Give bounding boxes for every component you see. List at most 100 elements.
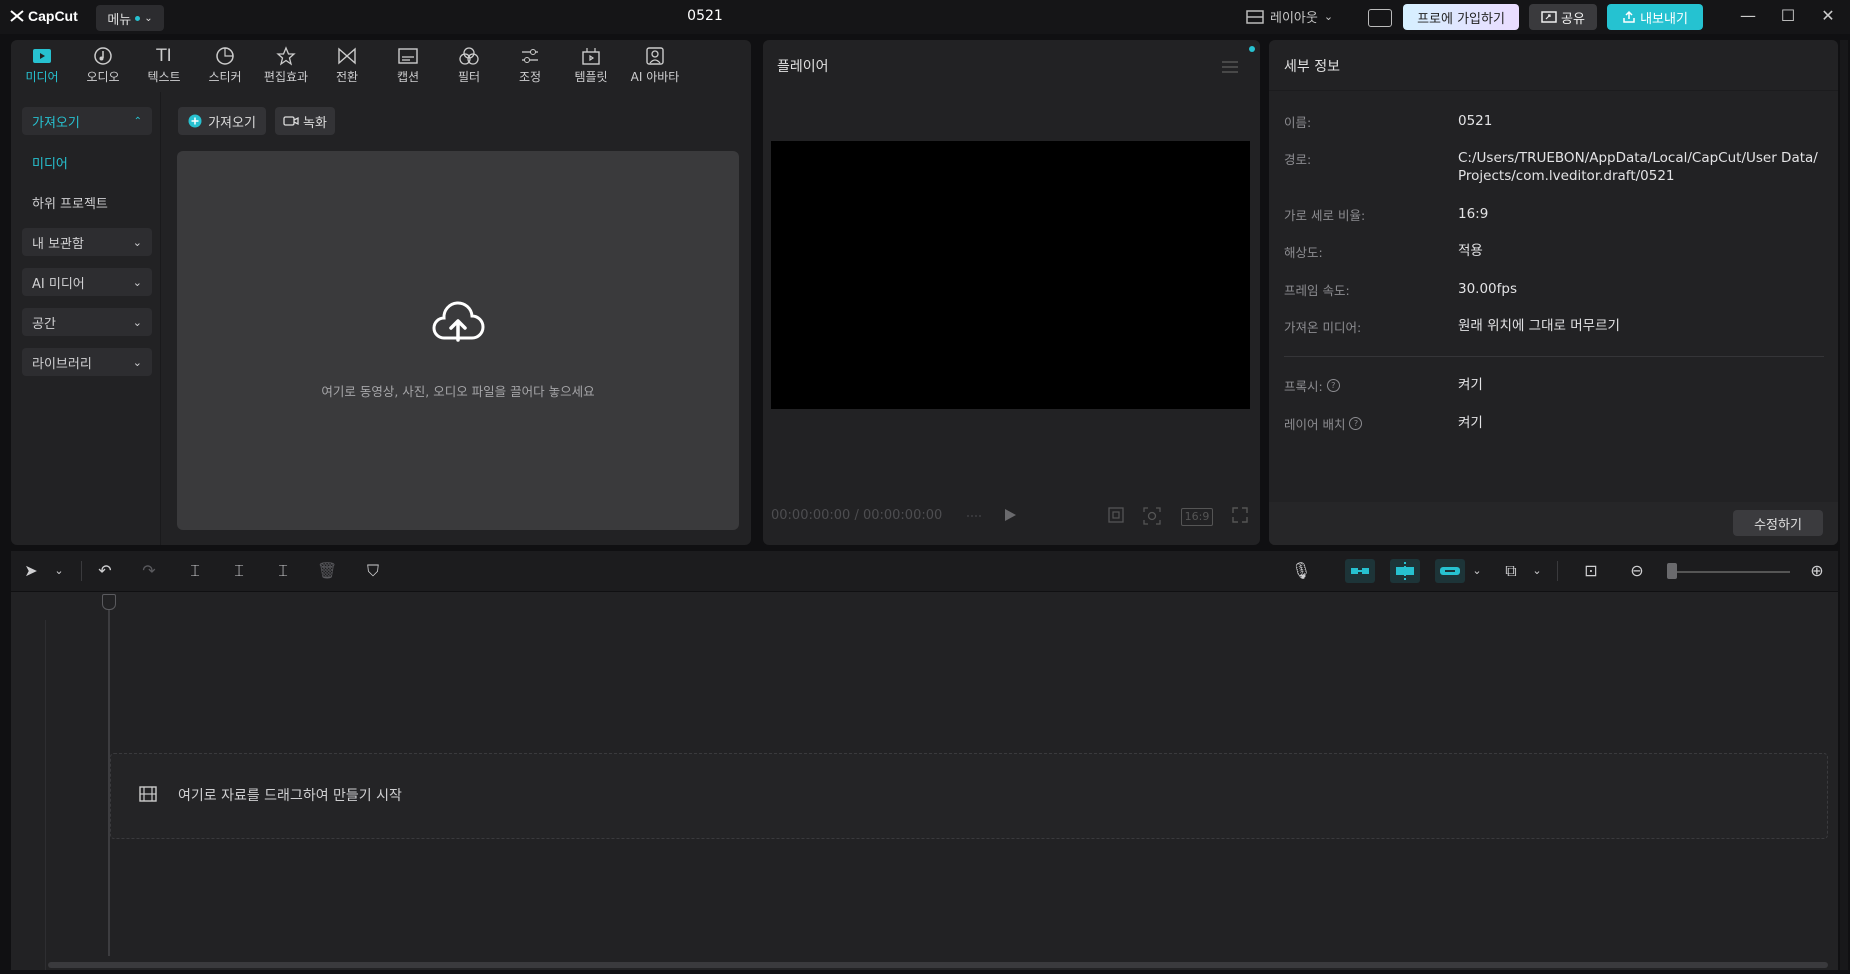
path-label: 경로: — [1284, 152, 1312, 167]
maximize-icon[interactable]: ☐ — [1773, 6, 1803, 28]
tab-template[interactable]: 템플릿 — [562, 44, 620, 88]
sidebar-item-my-storage[interactable]: 내 보관함 ⌄ — [22, 228, 152, 256]
horizontal-scrollbar[interactable] — [48, 962, 1828, 968]
snap-icon — [1396, 562, 1414, 580]
chevron-down-icon[interactable]: ⌄ — [1467, 561, 1487, 581]
preview-axis-icon[interactable]: ⧉ — [1501, 561, 1521, 581]
sidebar-item-space[interactable]: 공간 ⌄ — [22, 308, 152, 336]
media-icon — [13, 44, 71, 68]
magnet-link-button[interactable] — [1345, 559, 1375, 583]
import-button[interactable]: 가져오기 — [178, 107, 266, 135]
timeline-toolbar: ➤ ⌄ ↶ ↷ ⌶ ⌶ ⌶ 🗑 ⛉ 🎙 ⌄ ⧉ ⌄ ⊡ ⊖ ⊕ — [11, 551, 1838, 591]
snap-button[interactable] — [1390, 559, 1420, 583]
sidebar-divider — [160, 92, 161, 545]
chevron-up-icon: ⌃ — [133, 115, 142, 127]
share-button[interactable]: 공유 — [1529, 4, 1597, 30]
split-left-icon[interactable]: ⌶ — [229, 561, 249, 581]
playhead-handle[interactable] — [102, 594, 116, 610]
chevron-down-icon[interactable]: ⌄ — [1527, 561, 1547, 581]
help-icon[interactable]: ? — [1326, 379, 1340, 392]
path-value-line2: Projects/com.lveditor.draft/0521 — [1458, 168, 1675, 184]
resolution-label: 해상도: — [1284, 245, 1323, 260]
zoom-in-icon[interactable]: ⊕ — [1807, 561, 1827, 581]
details-panel — [1269, 40, 1838, 545]
tab-caption[interactable]: 캡션 — [379, 44, 437, 88]
sidebar-item-ai-media[interactable]: AI 미디어 ⌄ — [22, 268, 152, 296]
fps-label: 프레임 속도: — [1284, 283, 1350, 298]
aspect-ratio-value: 16:9 — [1458, 206, 1489, 222]
fit-frame-icon[interactable] — [1107, 506, 1127, 526]
fullscreen-icon[interactable] — [1231, 506, 1251, 526]
layer-value: 켜기 — [1458, 415, 1483, 431]
layout-button[interactable]: 레이아웃 ⌄ — [1246, 7, 1333, 26]
delete-icon[interactable]: 🗑 — [317, 561, 337, 581]
template-icon — [562, 44, 620, 68]
zoom-scan-icon[interactable] — [1142, 506, 1162, 526]
ai-avatar-icon — [623, 44, 687, 68]
name-label: 이름: — [1284, 115, 1312, 130]
tab-effects[interactable]: 편집효과 — [257, 44, 315, 88]
keyboard-shortcuts-icon[interactable] — [1368, 9, 1392, 27]
close-icon[interactable]: ✕ — [1813, 6, 1843, 28]
sidebar-item-library[interactable]: 라이브러리 ⌄ — [22, 348, 152, 376]
imported-media-label: 가져온 미디어: — [1284, 320, 1362, 335]
path-value-line1: C:/Users/TRUEBON/AppData/Local/CapCut/Us… — [1458, 150, 1818, 166]
aspect-ratio-label: 가로 세로 비율: — [1284, 208, 1366, 223]
plus-circle-icon — [188, 114, 202, 128]
video-preview — [771, 141, 1250, 409]
sidebar-item-import[interactable]: 가져오기 ⌃ — [22, 107, 152, 135]
track-header-divider — [45, 620, 46, 970]
layer-label: 레이어 배치 — [1284, 417, 1346, 432]
linkage-button[interactable] — [1435, 559, 1465, 583]
tab-sticker[interactable]: 스티커 — [196, 44, 254, 88]
resolution-value: 적용 — [1458, 243, 1483, 259]
tab-transition[interactable]: 전환 — [318, 44, 376, 88]
screen-fit-icon[interactable]: ⊡ — [1581, 561, 1601, 581]
hamburger-menu-icon[interactable] — [1222, 58, 1238, 77]
sidebar-item-subproject[interactable]: 하위 프로젝트 — [22, 188, 152, 216]
tab-audio[interactable]: 오디오 — [74, 44, 132, 88]
proxy-value: 켜기 — [1458, 377, 1483, 393]
split-icon[interactable]: ⌶ — [185, 561, 205, 581]
minimize-icon[interactable]: — — [1733, 6, 1763, 28]
select-cursor-icon[interactable]: ➤ — [21, 561, 41, 581]
edit-button[interactable]: 수정하기 — [1733, 510, 1823, 536]
menu-button[interactable]: 메뉴 ⌄ — [96, 5, 164, 31]
microphone-icon[interactable]: 🎙 — [1291, 561, 1311, 581]
chevron-down-icon[interactable]: ⌄ — [49, 561, 69, 581]
chevron-down-icon: ⌄ — [144, 12, 153, 24]
vertical-scrollbar[interactable] — [1840, 40, 1848, 970]
zoom-slider-handle[interactable] — [1667, 563, 1677, 579]
redo-icon[interactable]: ↷ — [139, 561, 159, 581]
tab-text[interactable]: TI 텍스트 — [135, 44, 193, 88]
help-icon[interactable]: ? — [1349, 417, 1363, 430]
play-icon[interactable] — [1003, 507, 1017, 527]
undo-icon[interactable]: ↶ — [95, 561, 115, 581]
pro-subscribe-button[interactable]: 프로에 가입하기 — [1403, 4, 1519, 30]
tab-filter[interactable]: 필터 — [440, 44, 498, 88]
imported-media-value: 원래 위치에 그대로 머무르기 — [1458, 318, 1620, 334]
tab-media[interactable]: 미디어 — [13, 44, 71, 88]
record-button[interactable]: 녹화 — [275, 107, 335, 135]
caption-icon — [379, 44, 437, 68]
chevron-down-icon: ⌄ — [1323, 10, 1334, 23]
tab-ai-avatar[interactable]: AI 아바타 — [623, 44, 687, 88]
film-strip-icon — [138, 785, 158, 807]
zoom-slider-track[interactable] — [1672, 571, 1790, 573]
toolbar-divider — [81, 561, 82, 581]
chevron-down-icon: ⌄ — [132, 235, 142, 249]
tab-adjust[interactable]: 조정 — [501, 44, 559, 88]
app-logo: CapCut — [10, 8, 78, 24]
filter-icon — [440, 44, 498, 68]
marker-shield-icon[interactable]: ⛉ — [363, 561, 383, 581]
export-button[interactable]: 내보내기 — [1607, 4, 1703, 30]
split-right-icon[interactable]: ⌶ — [273, 561, 293, 581]
proxy-label: 프록시: — [1284, 379, 1323, 394]
aspect-ratio-button[interactable]: 16:9 — [1181, 508, 1213, 526]
proxy-label-wrap: 프록시: ? — [1284, 376, 1340, 395]
chevron-down-icon: ⌄ — [132, 315, 142, 329]
notification-dot — [135, 15, 141, 21]
details-title: 세부 정보 — [1284, 59, 1340, 75]
sidebar-item-media[interactable]: 미디어 — [22, 148, 152, 176]
zoom-out-icon[interactable]: ⊖ — [1627, 561, 1647, 581]
